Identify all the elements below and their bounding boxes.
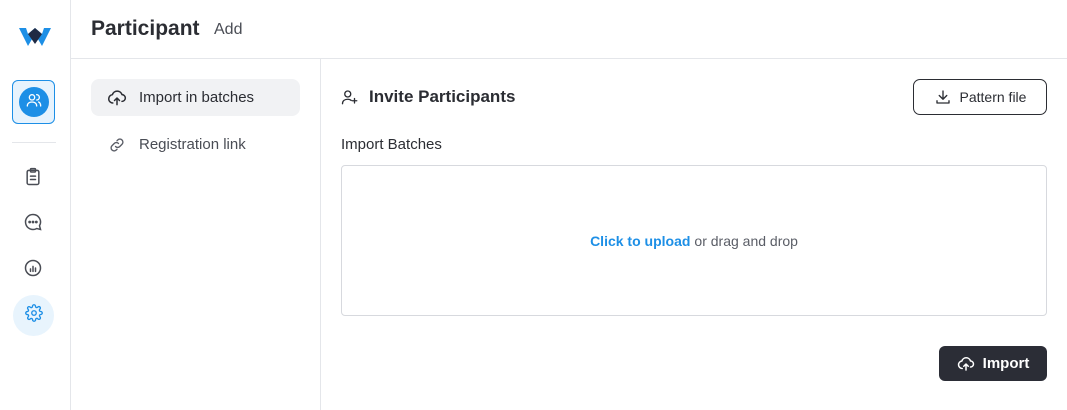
import-button-label: Import: [982, 355, 1030, 372]
drag-drop-text: or drag and drop: [694, 232, 798, 249]
click-to-upload-link[interactable]: Click to upload: [590, 233, 690, 249]
page-title: Participant: [91, 17, 200, 40]
pattern-file-label: Pattern file: [959, 89, 1027, 105]
subnav-item-registration-link[interactable]: Registration link: [91, 126, 300, 163]
import-button[interactable]: Import: [939, 346, 1047, 381]
analytics-icon: [23, 258, 43, 283]
link-icon: [107, 135, 127, 155]
rail-divider: [12, 142, 56, 143]
rail-settings-button[interactable]: [13, 295, 54, 336]
import-batches-label: Import Batches: [341, 136, 442, 153]
rail-clipboard-button[interactable]: [21, 167, 45, 191]
rail-chat-button[interactable]: [21, 212, 45, 236]
app-logo[interactable]: [17, 24, 53, 50]
download-icon: [934, 88, 952, 106]
participants-icon: [26, 92, 42, 113]
pattern-file-button[interactable]: Pattern file: [913, 79, 1047, 115]
sub-navigation: Import in batches Registration link: [71, 59, 321, 410]
upload-cloud-icon: [107, 88, 127, 108]
section-title-text: Invite Participants: [369, 87, 516, 106]
chat-icon: [23, 212, 43, 237]
upload-dropzone[interactable]: Click to upload or drag and drop: [341, 165, 1047, 316]
page-subtitle: Add: [214, 21, 243, 38]
icon-rail: [0, 0, 71, 410]
upload-cloud-icon: [957, 355, 975, 373]
rail-participants-button[interactable]: [12, 80, 55, 124]
section-title: Invite Participants: [341, 87, 515, 107]
page-header: Participant Add: [71, 0, 1067, 59]
settings-icon: [24, 304, 43, 327]
subnav-item-label: Import in batches: [139, 89, 255, 106]
subnav-item-label: Registration link: [139, 136, 246, 153]
add-user-icon: [341, 88, 359, 106]
subnav-item-import-batches[interactable]: Import in batches: [91, 79, 300, 116]
clipboard-icon: [23, 167, 43, 192]
rail-analytics-button[interactable]: [21, 258, 45, 282]
